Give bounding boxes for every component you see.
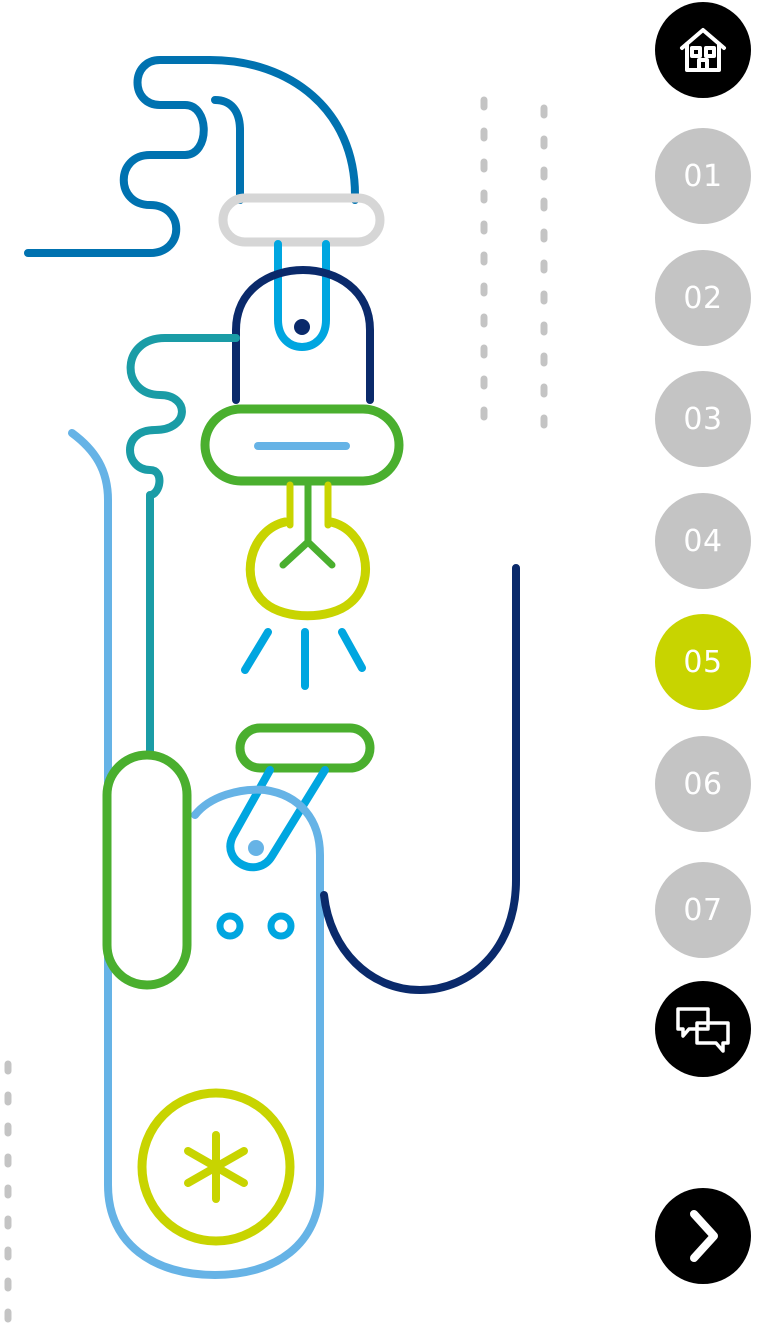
section-03-label: 03 bbox=[683, 401, 723, 437]
next-button[interactable] bbox=[655, 1188, 751, 1284]
section-01-label: 01 bbox=[683, 158, 723, 194]
section-07-button[interactable]: 07 bbox=[655, 862, 751, 958]
section-04-button[interactable]: 04 bbox=[655, 493, 751, 589]
section-01-button[interactable]: 01 bbox=[655, 128, 751, 224]
section-07-label: 07 bbox=[683, 892, 723, 928]
home-button[interactable] bbox=[655, 2, 751, 98]
dark-blue-u-pipe bbox=[320, 564, 520, 994]
teal-pipe bbox=[126, 334, 240, 759]
section-06-label: 06 bbox=[683, 766, 723, 802]
faucet-collar bbox=[218, 193, 385, 247]
contact-button[interactable] bbox=[655, 981, 751, 1077]
bulb-rays bbox=[241, 628, 366, 690]
chat-bubbles-icon bbox=[676, 1007, 730, 1053]
section-06-button[interactable]: 06 bbox=[655, 736, 751, 832]
section-02-button[interactable]: 02 bbox=[655, 250, 751, 346]
faucet-pipe-inner bbox=[211, 96, 244, 204]
green-capsule bbox=[102, 750, 192, 990]
asterisk-icon bbox=[184, 1131, 248, 1203]
small-ring-left bbox=[216, 912, 244, 940]
spout-dot bbox=[294, 319, 310, 335]
faucet-pipe bbox=[24, 56, 359, 257]
home-icon bbox=[680, 28, 726, 72]
section-05-label: 05 bbox=[683, 644, 723, 680]
section-02-label: 02 bbox=[683, 280, 723, 316]
section-05-button[interactable]: 05 bbox=[655, 614, 751, 710]
green-switch-bar bbox=[235, 723, 375, 773]
small-ring-right bbox=[267, 912, 295, 940]
section-04-label: 04 bbox=[683, 523, 723, 559]
chevron-right-icon bbox=[690, 1210, 718, 1262]
lever-dot bbox=[248, 840, 264, 856]
dark-blue-arch bbox=[232, 266, 374, 404]
section-03-button[interactable]: 03 bbox=[655, 371, 751, 467]
